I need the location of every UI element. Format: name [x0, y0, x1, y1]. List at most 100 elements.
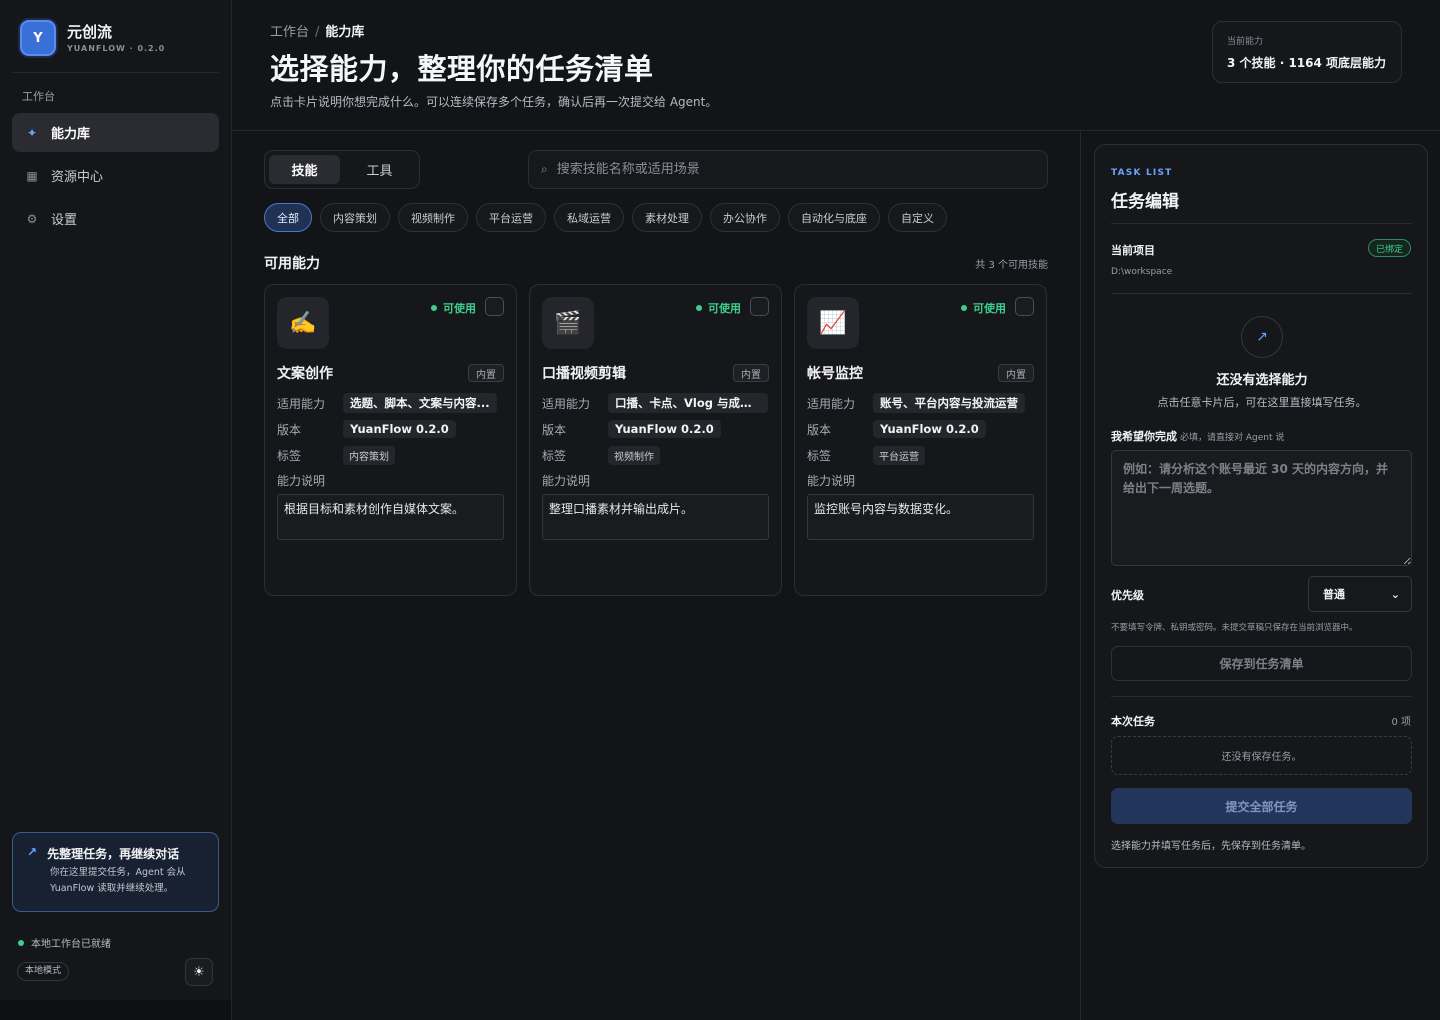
security-note: 不要填写令牌、私钥或密码。未提交草稿只保存在当前浏览器中。 [1111, 623, 1358, 633]
skill-card[interactable]: ✍️ 可使用 文案创作 内置 适用能力 选题、脚本、文案与内容... 版本 Yu… [264, 284, 517, 596]
task-textarea[interactable] [1111, 450, 1412, 566]
breadcrumb: 工作台 / 能力库 [270, 21, 364, 40]
card-ability-row: 适用能力 选题、脚本、文案与内容... [277, 393, 504, 413]
tab-skills[interactable]: 技能 [269, 155, 340, 184]
card-description: 整理口播素材并输出成片。 [542, 494, 769, 540]
panel-footer-hint: 选择能力并填写任务后，先保存到任务清单。 [1111, 841, 1311, 852]
search-input[interactable] [556, 162, 1017, 177]
workspace-status: 本地工作台已就绪 [18, 935, 111, 950]
status-dot-icon [696, 305, 702, 311]
skill-card[interactable]: 🎬 可使用 口播视频剪辑 内置 适用能力 口播、卡点、Vlog 与成片... 版… [529, 284, 782, 596]
capability-label: 当前能力 [1227, 37, 1264, 47]
skill-cards: ✍️ 可使用 文案创作 内置 适用能力 选题、脚本、文案与内容... 版本 Yu… [264, 284, 1047, 596]
status-text: 可使用 [443, 302, 476, 315]
save-to-list-button[interactable]: 保存到任务清单 [1111, 646, 1412, 681]
card-tags-row: 标签 视频制作 [542, 445, 769, 465]
filter-platform-ops[interactable]: 平台运营 [476, 203, 546, 232]
field-label: 版本 [542, 422, 567, 437]
panel-title: 任务编辑 [1111, 192, 1179, 212]
card-title: 帐号监控 [807, 366, 863, 382]
tip-title: 先整理任务，再继续对话 [47, 847, 180, 861]
field-label: 适用能力 [277, 396, 326, 411]
card-version-row: 版本 YuanFlow 0.2.0 [277, 419, 504, 439]
panel-eyebrow: TASK LIST [1111, 168, 1173, 178]
brand[interactable]: Y 元创流 YUANFLOW · 0.2.0 [20, 20, 165, 56]
field-label: 能力说明 [277, 474, 326, 488]
mode-badge: 本地模式 [17, 962, 70, 981]
field-label: 标签 [807, 448, 832, 463]
sidebar-nav: ✦ 能力库 ▦ 资源中心 ⚙ 设置 [12, 113, 219, 242]
breadcrumb-root[interactable]: 工作台 [270, 25, 309, 40]
sidebar-item-label: 设置 [51, 213, 78, 228]
brand-version: YUANFLOW · 0.2.0 [67, 44, 166, 53]
task-panel: TASK LIST 任务编辑 当前项目 已绑定 D:\workspace ↗ 还… [1094, 144, 1428, 868]
section-title: 可用能力 [264, 256, 320, 272]
breadcrumb-current: 能力库 [325, 25, 365, 40]
page-header: 工作台 / 能力库 选择能力，整理你的任务清单 点击卡片说明你想完成什么。可以连续保… [232, 0, 1440, 131]
section-count: 共 3 个可用技能 [975, 260, 1048, 271]
grid-icon: ▦ [26, 168, 38, 183]
card-checkbox[interactable] [750, 297, 769, 316]
field-value: YuanFlow 0.2.0 [343, 420, 456, 438]
filter-video-production[interactable]: 视频制作 [398, 203, 468, 232]
sidebar-footer-strip [0, 1000, 232, 1020]
card-checkbox[interactable] [485, 297, 504, 316]
tag-chip: 平台运营 [873, 445, 925, 465]
filter-all[interactable]: 全部 [264, 203, 312, 232]
card-version-row: 版本 YuanFlow 0.2.0 [542, 419, 769, 439]
sidebar-item-resources[interactable]: ▦ 资源中心 [12, 156, 219, 195]
submit-all-button[interactable]: 提交全部任务 [1111, 788, 1412, 824]
main-content: 技能 工具 ⌕ 全部 内容策划 视频制作 平台运营 私域运营 素材处理 办公协作… [232, 132, 1080, 1020]
card-tags-row: 标签 内容策划 [277, 445, 504, 465]
status-badge: 可使用 [696, 300, 741, 316]
card-description: 监控账号内容与数据变化。 [807, 494, 1034, 540]
page-title: 选择能力，整理你的任务清单 [270, 52, 654, 86]
sidebar-item-capability-library[interactable]: ✦ 能力库 [12, 113, 219, 152]
field-value: 选题、脚本、文案与内容... [343, 393, 497, 413]
type-switch: 技能 工具 [264, 150, 420, 189]
task-list-count: 0 项 [1391, 717, 1411, 728]
tip-body: 你在这里提交任务，Agent 会从 YuanFlow 读取并继续处理。 [50, 867, 186, 894]
sidebar-divider [12, 72, 219, 73]
sparkle-icon: ✦ [26, 125, 38, 140]
section-header: 可用能力 共 3 个可用技能 [264, 253, 1048, 273]
card-title: 口播视频剪辑 [542, 366, 626, 382]
filter-content-planning[interactable]: 内容策划 [320, 203, 390, 232]
project-label: 当前项目 [1111, 244, 1155, 257]
page-subtitle: 点击卡片说明你想完成什么。可以连续保存多个任务，确认后再一次提交给 Agent。 [270, 95, 718, 109]
chevron-down-icon: ⌄ [1390, 587, 1400, 601]
sidebar-item-settings[interactable]: ⚙ 设置 [12, 199, 219, 238]
tag-chip: 内容策划 [343, 445, 395, 465]
sidebar-item-label: 能力库 [51, 127, 91, 142]
builtin-badge: 内置 [998, 364, 1034, 382]
filter-custom[interactable]: 自定义 [888, 203, 947, 232]
theme-toggle-button[interactable]: ☀ [185, 958, 213, 986]
tab-tools[interactable]: 工具 [344, 155, 415, 184]
status-dot-icon [431, 305, 437, 311]
sidebar-section-label: 工作台 [22, 90, 55, 103]
writing-hand-icon: ✍️ [277, 297, 329, 349]
breadcrumb-separator: / [315, 25, 320, 40]
skill-card[interactable]: 📈 可使用 帐号监控 内置 适用能力 账号、平台内容与投流运营 版本 YuanF… [794, 284, 1047, 596]
status-badge: 可使用 [961, 300, 1006, 316]
gear-icon: ⚙ [26, 211, 38, 226]
search-box: ⌕ [528, 150, 1048, 189]
task-input-label-text: 我希望你完成 [1111, 430, 1177, 443]
card-checkbox[interactable] [1015, 297, 1034, 316]
task-input-hint: 必填，请直接对 Agent 说 [1180, 433, 1285, 443]
filter-automation[interactable]: 自动化与底座 [788, 203, 880, 232]
filter-office[interactable]: 办公协作 [710, 203, 780, 232]
filter-asset-processing[interactable]: 素材处理 [632, 203, 702, 232]
card-version-row: 版本 YuanFlow 0.2.0 [807, 419, 1034, 439]
empty-state-subtitle: 点击任意卡片后，可在这里直接填写任务。 [1157, 396, 1367, 409]
filter-private-domain[interactable]: 私域运营 [554, 203, 624, 232]
card-tags-row: 标签 平台运营 [807, 445, 1034, 465]
priority-select[interactable]: 普通 ⌄ [1308, 576, 1412, 612]
field-label: 能力说明 [542, 474, 591, 488]
capability-summary: 当前能力 3 个技能 · 1164 项底层能力 [1212, 21, 1402, 83]
empty-state-title: 还没有选择能力 [1216, 373, 1308, 388]
field-label: 标签 [277, 448, 302, 463]
brand-name: 元创流 [67, 23, 113, 41]
status-text: 本地工作台已就绪 [31, 939, 111, 950]
priority-label: 优先级 [1111, 589, 1144, 602]
